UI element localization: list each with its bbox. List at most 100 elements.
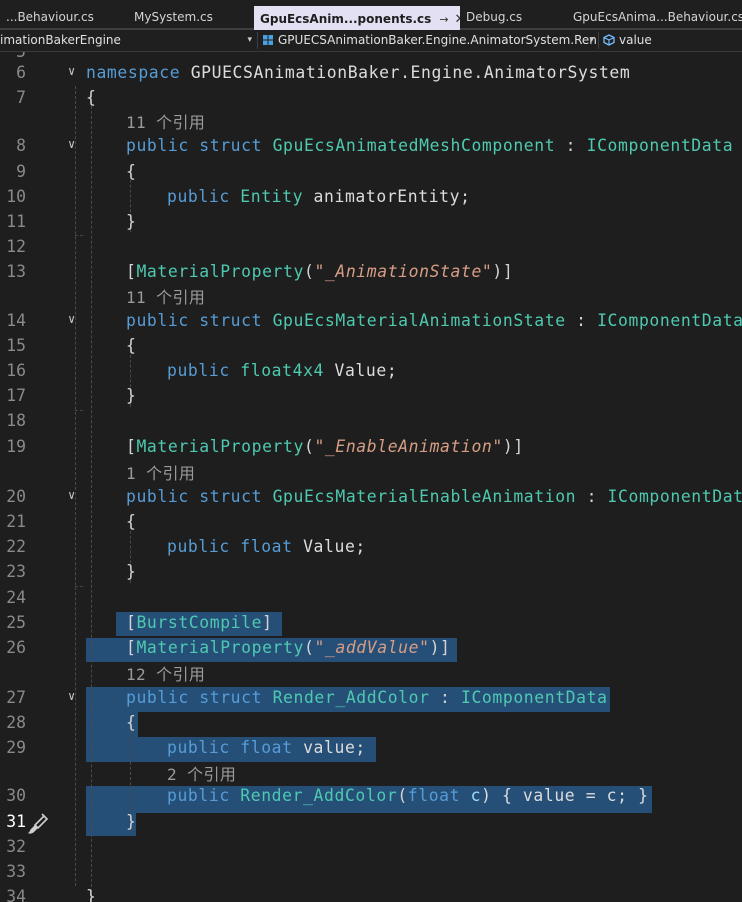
- code-line[interactable]: [MaterialProperty("_AnimationState")]: [126, 262, 513, 281]
- line-number: 31: [6, 812, 26, 831]
- code-line[interactable]: public struct Render_AddColor : ICompone…: [126, 688, 608, 707]
- code-line[interactable]: public Entity animatorEntity;: [167, 187, 471, 206]
- line-number: 10: [6, 187, 26, 206]
- line-number: 17: [6, 386, 26, 405]
- code-token: value;: [292, 738, 366, 757]
- code-line[interactable]: {: [126, 512, 136, 531]
- code-token: :: [555, 136, 587, 155]
- code-line[interactable]: }: [126, 212, 136, 231]
- code-line[interactable]: public struct GpuEcsMaterialEnableAnimat…: [126, 487, 742, 506]
- code-line[interactable]: }: [126, 562, 136, 581]
- line-number: 20: [6, 487, 26, 506]
- tab-label: GpuEcsAnim...ponents.cs: [260, 12, 432, 26]
- code-token: )]: [492, 262, 514, 281]
- code-line[interactable]: public float value;: [167, 738, 366, 757]
- code-token: struct: [199, 311, 273, 330]
- code-token: Value;: [292, 537, 366, 556]
- line-number: 28: [6, 713, 26, 732]
- code-token: )]: [429, 638, 451, 657]
- code-line[interactable]: namespace GPUECSAnimationBaker.Engine.An…: [86, 63, 630, 82]
- code-token: "_AnimationState": [314, 262, 493, 281]
- codelens-reference-count[interactable]: 11 个引用: [126, 109, 205, 133]
- code-token: public: [167, 537, 241, 556]
- code-line[interactable]: {: [126, 336, 136, 355]
- code-token: public: [126, 487, 200, 506]
- tab-label: ...Behaviour.cs: [6, 10, 94, 24]
- tab-gpuecs-components[interactable]: GpuEcsAnim...ponents.cs → ✕: [254, 6, 460, 30]
- line-number: 29: [6, 738, 26, 757]
- outline-end: [75, 235, 83, 236]
- fold-chevron-icon[interactable]: ∨: [68, 137, 82, 151]
- code-token: {: [126, 512, 137, 531]
- code-line[interactable]: public struct GpuEcsMaterialAnimationSta…: [126, 311, 742, 330]
- code-line[interactable]: {: [126, 162, 136, 181]
- fold-chevron-icon[interactable]: ∨: [68, 689, 82, 703]
- code-token: (: [303, 262, 315, 281]
- line-number: 14: [6, 311, 26, 330]
- code-token: }: [126, 212, 137, 231]
- nav-divider: [257, 32, 258, 49]
- code-line[interactable]: public float Value;: [167, 537, 366, 556]
- codelens-reference-count[interactable]: 11 个引用: [126, 284, 205, 308]
- code-token: GPUECSAnimationBaker: [190, 63, 401, 82]
- line-number: 6: [16, 63, 26, 82]
- type-dropdown[interactable]: GPUECSAnimationBaker.Engine.AnimatorSyst…: [262, 30, 598, 51]
- code-line[interactable]: public struct GpuEcsAnimatedMeshComponen…: [126, 136, 733, 155]
- fold-chevron-icon[interactable]: ∨: [68, 64, 82, 78]
- code-token: IComponentData: [586, 136, 734, 155]
- code-token: GpuEcsAnimatedMeshComponent: [272, 136, 556, 155]
- codelens-reference-count[interactable]: 12 个引用: [126, 661, 205, 685]
- code-editor[interactable]: 5 6 ∨ namespace GPUECSAnimationBaker.Engine…: [0, 52, 742, 902]
- code-line[interactable]: }: [86, 887, 96, 902]
- tab-debug[interactable]: Debug.cs: [460, 4, 560, 28]
- member-dropdown[interactable]: value: [603, 30, 742, 51]
- code-token: public: [126, 136, 200, 155]
- code-token: float: [240, 738, 293, 757]
- codelens-reference-count[interactable]: 1 个引用: [126, 460, 195, 484]
- code-line[interactable]: public Render_AddColor(float c) { value …: [167, 786, 649, 805]
- code-token: [: [126, 638, 137, 657]
- code-line[interactable]: [MaterialProperty("_addValue")]: [126, 638, 451, 657]
- code-line[interactable]: {: [126, 713, 136, 732]
- pin-icon[interactable]: →: [439, 7, 448, 30]
- field-icon: [603, 34, 615, 46]
- code-token: }: [126, 812, 137, 831]
- code-token: BurstCompile: [136, 613, 263, 632]
- line-number: 21: [6, 512, 26, 531]
- code-token: "_EnableAnimation": [314, 437, 503, 456]
- code-token: }: [126, 386, 137, 405]
- line-number: 12: [6, 237, 26, 256]
- code-token: [: [126, 437, 137, 456]
- code-token: MaterialProperty: [136, 437, 304, 456]
- code-token: Render_AddColor: [240, 786, 398, 805]
- code-line[interactable]: [BurstCompile]: [126, 613, 273, 632]
- code-token: {: [126, 162, 137, 181]
- code-token: IComponentData: [597, 311, 742, 330]
- code-line[interactable]: {: [86, 88, 96, 107]
- line-number: 5: [0, 52, 26, 61]
- code-token: AnimatorSystem: [483, 63, 631, 82]
- fold-chevron-icon[interactable]: ∨: [68, 312, 82, 326]
- fold-chevron-icon[interactable]: ∨: [68, 488, 82, 502]
- quick-actions-icon[interactable]: [26, 812, 50, 836]
- code-line[interactable]: public float4x4 Value;: [167, 361, 397, 380]
- line-number: 32: [6, 837, 26, 856]
- line-number: 33: [6, 862, 26, 881]
- code-line[interactable]: }: [126, 812, 136, 831]
- code-token: IComponentData: [607, 487, 742, 506]
- project-dropdown[interactable]: imationBakerEngine ▾: [0, 30, 256, 51]
- line-number: 25: [6, 613, 26, 632]
- tab-behaviour[interactable]: ...Behaviour.cs: [0, 4, 118, 28]
- code-token: public: [167, 786, 241, 805]
- code-token: :: [429, 688, 461, 707]
- code-line[interactable]: }: [126, 386, 136, 405]
- code-token: Entity: [240, 187, 304, 206]
- tab-gpuecs-behaviour[interactable]: GpuEcsAnima...Behaviour.cs: [567, 4, 742, 28]
- code-token: (: [303, 437, 315, 456]
- code-token: [: [126, 613, 137, 632]
- code-token: {: [126, 336, 137, 355]
- codelens-reference-count[interactable]: 2 个引用: [167, 761, 236, 785]
- code-line[interactable]: [MaterialProperty("_EnableAnimation")]: [126, 437, 524, 456]
- code-token: public: [167, 738, 241, 757]
- tab-mysystem[interactable]: MySystem.cs: [128, 4, 246, 28]
